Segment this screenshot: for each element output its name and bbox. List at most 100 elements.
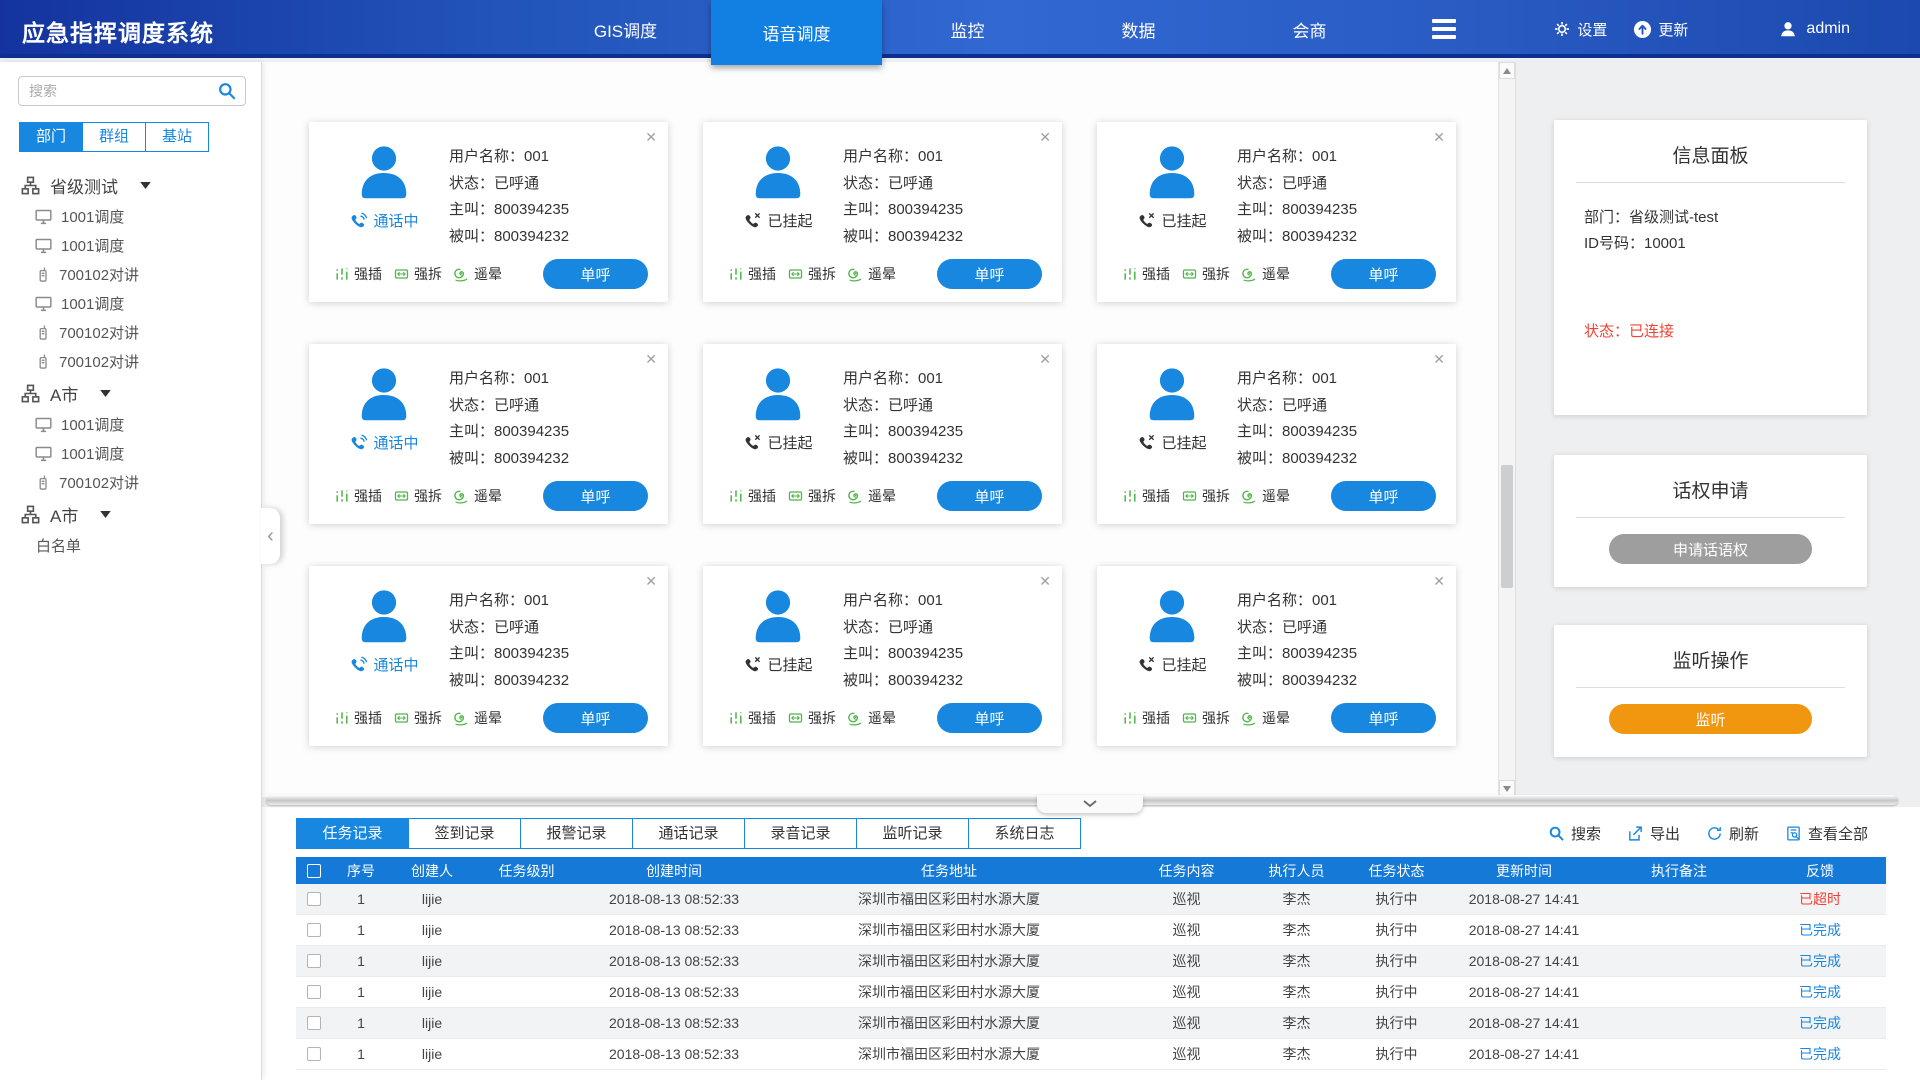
cell-feedback[interactable]: 已完成 (1754, 951, 1886, 971)
tree-department[interactable]: A市 (0, 376, 261, 410)
monitor-button[interactable]: 监听 (1609, 704, 1812, 734)
table-row[interactable]: 1 lijie 2018-08-13 08:52:33 深圳市福田区彩田村水源大… (296, 946, 1886, 977)
single-call-button[interactable]: 单呼 (937, 481, 1042, 511)
single-call-button[interactable]: 单呼 (543, 259, 648, 289)
barge-in-button[interactable]: 强插 (334, 264, 382, 284)
remote-stun-button[interactable]: 遥晕 (847, 708, 896, 728)
record-tab[interactable]: 系统日志 (968, 818, 1081, 849)
sidebar-tab[interactable]: 群组 (82, 122, 146, 152)
chevron-down-icon[interactable] (100, 511, 111, 518)
view-all-button[interactable]: 查看全部 (1785, 823, 1868, 844)
tree-item[interactable]: 700102对讲 (0, 347, 261, 376)
remote-stun-button[interactable]: 遥晕 (1241, 486, 1290, 506)
tree-item[interactable]: 1001调度 (0, 231, 261, 260)
close-icon[interactable]: ✕ (1039, 351, 1051, 368)
sidebar-collapse-handle[interactable]: ‹ (261, 508, 280, 564)
tree-department[interactable]: A市 (0, 497, 261, 531)
table-search-button[interactable]: 搜索 (1548, 823, 1601, 844)
record-tab[interactable]: 录音记录 (744, 818, 857, 849)
single-call-button[interactable]: 单呼 (543, 481, 648, 511)
tree-item[interactable]: 1001调度 (0, 410, 261, 439)
scroll-thumb[interactable] (1501, 465, 1513, 588)
record-tab[interactable]: 监听记录 (856, 818, 969, 849)
close-icon[interactable]: ✕ (1039, 129, 1051, 146)
refresh-button[interactable]: 刷新 (1706, 823, 1759, 844)
remote-stun-button[interactable]: 遥晕 (1241, 264, 1290, 284)
cell-feedback[interactable]: 已完成 (1754, 1044, 1886, 1064)
row-checkbox[interactable] (307, 1047, 321, 1061)
barge-in-button[interactable]: 强插 (334, 708, 382, 728)
remote-stun-button[interactable]: 遥晕 (453, 264, 502, 284)
barge-in-button[interactable]: 强插 (728, 264, 776, 284)
force-release-button[interactable]: 强拆 (393, 486, 442, 506)
nav-item[interactable]: 会商 (1224, 0, 1395, 58)
row-checkbox[interactable] (307, 954, 321, 968)
single-call-button[interactable]: 单呼 (1331, 703, 1436, 733)
remote-stun-button[interactable]: 遥晕 (847, 264, 896, 284)
remote-stun-button[interactable]: 遥晕 (453, 708, 502, 728)
cell-feedback[interactable]: 已完成 (1754, 1013, 1886, 1033)
table-row[interactable]: 1 lijie 2018-08-13 08:52:33 深圳市福田区彩田村水源大… (296, 884, 1886, 915)
cell-feedback[interactable]: 已完成 (1754, 982, 1886, 1002)
force-release-button[interactable]: 强拆 (787, 486, 836, 506)
cell-feedback[interactable]: 已完成 (1754, 920, 1886, 940)
remote-stun-button[interactable]: 遥晕 (1241, 708, 1290, 728)
force-release-button[interactable]: 强拆 (787, 264, 836, 284)
barge-in-button[interactable]: 强插 (1122, 264, 1170, 284)
table-row[interactable]: 1 lijie 2018-08-13 08:52:33 深圳市福田区彩田村水源大… (296, 977, 1886, 1008)
barge-in-button[interactable]: 强插 (1122, 708, 1170, 728)
table-row[interactable]: 1 lijie 2018-08-13 08:52:33 深圳市福田区彩田村水源大… (296, 1008, 1886, 1039)
close-icon[interactable]: ✕ (1433, 129, 1445, 146)
settings-button[interactable]: 设置 (1553, 19, 1607, 40)
close-icon[interactable]: ✕ (1039, 573, 1051, 590)
nav-item[interactable]: 语音调度 (711, 0, 882, 65)
barge-in-button[interactable]: 强插 (1122, 486, 1170, 506)
tree-item[interactable]: 700102对讲 (0, 260, 261, 289)
nav-item[interactable]: 数据 (1053, 0, 1224, 58)
nav-item[interactable]: GIS调度 (540, 0, 711, 58)
tree-item[interactable]: 1001调度 (0, 439, 261, 468)
update-button[interactable]: 更新 (1633, 19, 1688, 40)
close-icon[interactable]: ✕ (645, 573, 657, 590)
single-call-button[interactable]: 单呼 (1331, 259, 1436, 289)
close-icon[interactable]: ✕ (1433, 573, 1445, 590)
barge-in-button[interactable]: 强插 (728, 708, 776, 728)
remote-stun-button[interactable]: 遥晕 (847, 486, 896, 506)
tree-item[interactable]: 700102对讲 (0, 318, 261, 347)
force-release-button[interactable]: 强拆 (1181, 264, 1230, 284)
row-checkbox[interactable] (307, 985, 321, 999)
cell-feedback[interactable]: 已超时 (1754, 889, 1886, 909)
remote-stun-button[interactable]: 遥晕 (453, 486, 502, 506)
search-input[interactable] (18, 76, 246, 106)
force-release-button[interactable]: 强拆 (787, 708, 836, 728)
barge-in-button[interactable]: 强插 (334, 486, 382, 506)
table-row[interactable]: 1 lijie 2018-08-13 08:52:33 深圳市福田区彩田村水源大… (296, 1039, 1886, 1070)
force-release-button[interactable]: 强拆 (1181, 486, 1230, 506)
tree-department[interactable]: 省级测试 (0, 168, 261, 202)
tree-item[interactable]: 1001调度 (0, 202, 261, 231)
single-call-button[interactable]: 单呼 (543, 703, 648, 733)
table-row[interactable]: 1 lijie 2018-08-13 08:52:33 深圳市福田区彩田村水源大… (296, 915, 1886, 946)
tree-item[interactable]: 白名单 (0, 531, 261, 560)
search-icon[interactable] (217, 81, 237, 101)
single-call-button[interactable]: 单呼 (937, 259, 1042, 289)
scrollbar[interactable] (1498, 62, 1515, 797)
row-checkbox[interactable] (307, 1016, 321, 1030)
chevron-down-icon[interactable] (140, 182, 151, 189)
tree-item[interactable]: 1001调度 (0, 289, 261, 318)
close-icon[interactable]: ✕ (645, 129, 657, 146)
collapse-bottom-handle[interactable] (1037, 795, 1143, 813)
tree-item[interactable]: 700102对讲 (0, 468, 261, 497)
record-tab[interactable]: 报警记录 (520, 818, 633, 849)
force-release-button[interactable]: 强拆 (393, 708, 442, 728)
force-release-button[interactable]: 强拆 (1181, 708, 1230, 728)
menu-icon[interactable] (1432, 19, 1456, 39)
request-floor-button[interactable]: 申请话语权 (1609, 534, 1812, 564)
close-icon[interactable]: ✕ (645, 351, 657, 368)
record-tab[interactable]: 签到记录 (408, 818, 521, 849)
force-release-button[interactable]: 强拆 (393, 264, 442, 284)
record-tab[interactable]: 通话记录 (632, 818, 745, 849)
close-icon[interactable]: ✕ (1433, 351, 1445, 368)
record-tab[interactable]: 任务记录 (296, 818, 409, 849)
row-checkbox[interactable] (307, 923, 321, 937)
